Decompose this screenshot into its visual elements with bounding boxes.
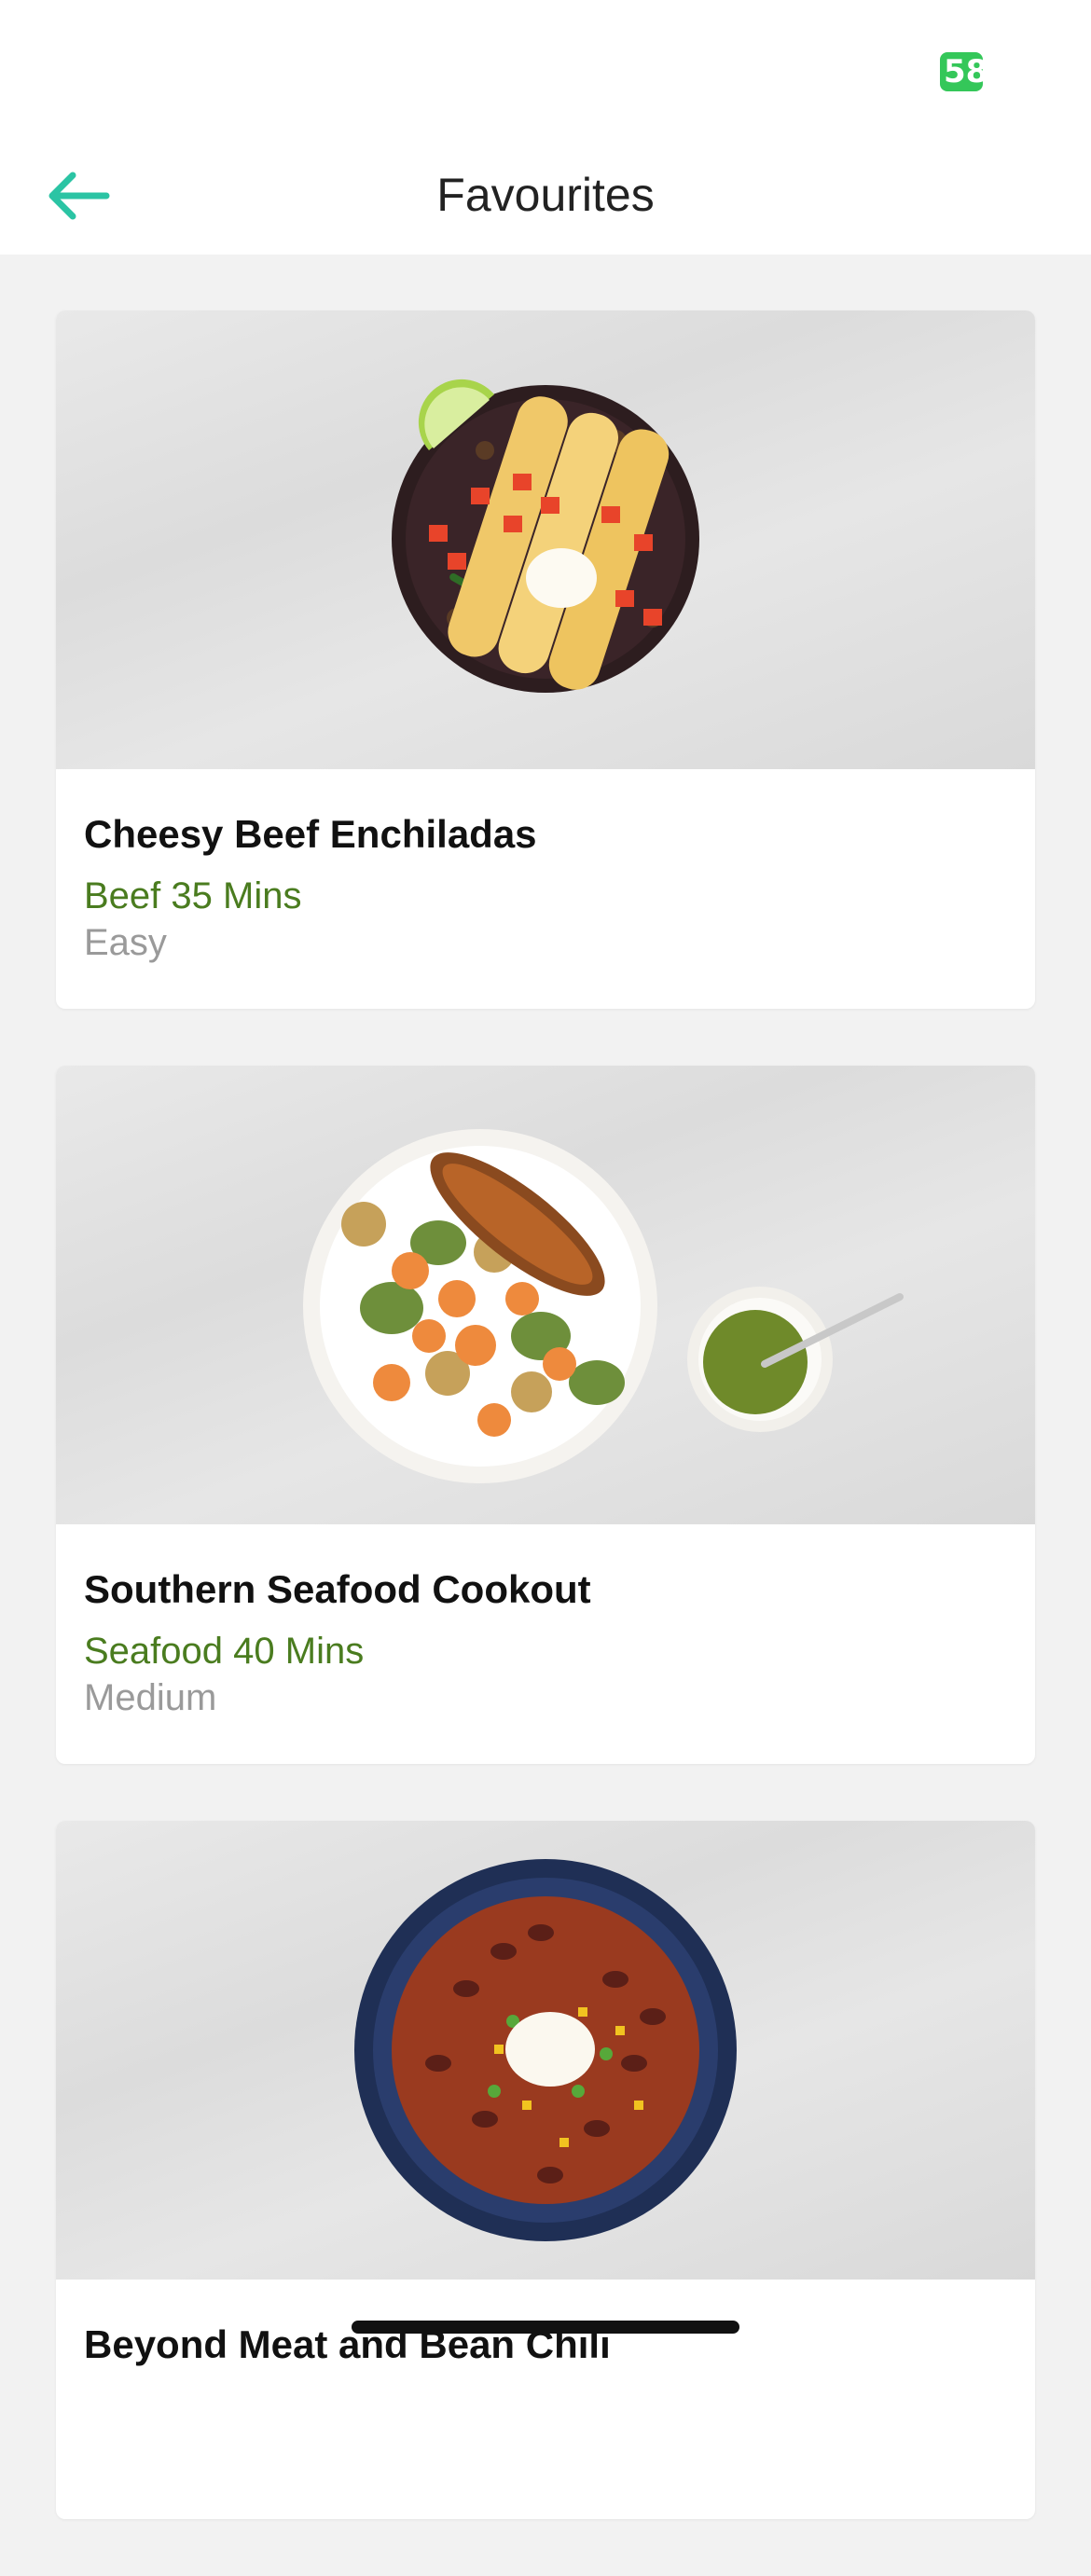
arrow-left-icon — [48, 172, 110, 220]
recipe-title: Southern Seafood Cookout — [84, 1567, 591, 1611]
recipe-photo-seafood — [56, 1066, 1035, 1524]
recipe-difficulty: Easy — [84, 922, 167, 963]
recipe-photo-chili — [56, 1821, 1035, 2280]
page-title: Favourites — [436, 169, 655, 221]
recipe-card[interactable]: Cheesy Beef Enchiladas Beef 35 Mins Easy — [56, 310, 1035, 1009]
recipe-difficulty: Medium — [84, 1677, 217, 1718]
back-button[interactable] — [45, 168, 119, 224]
home-indicator[interactable] — [352, 2321, 739, 2334]
recipe-card[interactable]: Beyond Meat and Bean Chili — [56, 1821, 1035, 2519]
status-bar: 58 — [0, 0, 1091, 140]
battery-indicator: 58 — [940, 52, 983, 91]
favourites-list: Cheesy Beef Enchiladas Beef 35 Mins Easy — [56, 310, 1035, 2576]
navigation-bar: Favourites — [0, 140, 1091, 255]
recipe-title: Cheesy Beef Enchiladas — [84, 812, 537, 856]
recipe-category-time: Beef 35 Mins — [84, 875, 302, 916]
recipe-card[interactable]: Southern Seafood Cookout Seafood 40 Mins… — [56, 1066, 1035, 1764]
recipe-category-time: Seafood 40 Mins — [84, 1631, 365, 1672]
recipe-photo-enchiladas — [56, 310, 1035, 769]
